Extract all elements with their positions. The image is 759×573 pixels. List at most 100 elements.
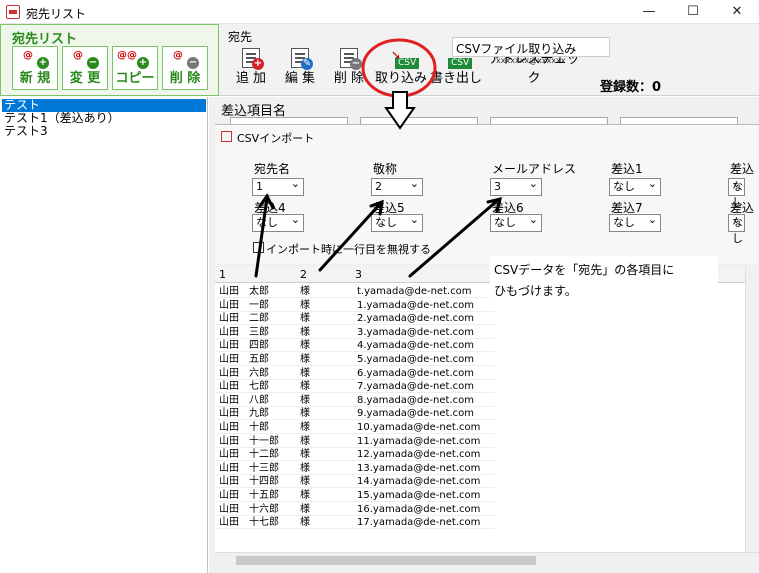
table-cell: 様 bbox=[300, 435, 310, 447]
table-cell: 様 bbox=[300, 490, 310, 501]
table-cell: 4.yamada@de-net.com bbox=[357, 340, 474, 352]
table-cell: 山田 五郎 bbox=[219, 354, 269, 365]
table-cell: 様 bbox=[300, 286, 310, 297]
table-row[interactable]: 山田 一郎 様 1.yamada@de-net.com bbox=[215, 299, 495, 312]
recipient-group-title: 宛先 bbox=[228, 30, 253, 44]
minimize-button[interactable]: — bbox=[627, 0, 671, 24]
skip-first-row-label: インポート時に一行目を無視する bbox=[266, 243, 431, 256]
mapping-select[interactable]: 3 bbox=[490, 176, 542, 196]
skip-first-row-checkbox[interactable] bbox=[253, 242, 264, 253]
mapping-select[interactable]: なし bbox=[490, 212, 542, 232]
csv-import-label: 取り込み bbox=[375, 71, 428, 86]
edit-recipient-label: 編 集 bbox=[284, 71, 316, 86]
dialog-title: CSVインポート bbox=[237, 132, 315, 145]
table-cell: 山田 六郎 bbox=[219, 367, 269, 379]
table-cell: 9.yamada@de-net.com bbox=[357, 408, 474, 420]
table-row[interactable]: 山田 十一郎 様 11.yamada@de-net.com bbox=[215, 435, 495, 448]
table-cell: 様 bbox=[300, 340, 310, 352]
table-row[interactable]: 山田 二郎 様 2.yamada@de-net.com bbox=[215, 312, 495, 326]
mapping-select[interactable]: なし bbox=[252, 212, 304, 232]
table-cell: 8.yamada@de-net.com bbox=[357, 394, 474, 406]
registered-count: 登録数：0 bbox=[600, 80, 662, 95]
table-row[interactable]: 山田 十五郎 様 15.yamada@de-net.com bbox=[215, 489, 495, 502]
table-row[interactable]: 山田 五郎 様 5.yamada@de-net.com bbox=[215, 353, 495, 366]
table-row[interactable]: 山田 六郎 様 6.yamada@de-net.com bbox=[215, 367, 495, 380]
mapping-select[interactable]: なし bbox=[609, 212, 661, 232]
edit-recipient-button[interactable]: ✎ 編 集 bbox=[277, 46, 323, 90]
copy-list-button[interactable]: @@ + コピー bbox=[112, 46, 158, 90]
grid-column-header: 3 bbox=[355, 268, 362, 281]
table-row[interactable]: 山田 太郎 様 t.yamada@de-net.com bbox=[215, 285, 495, 298]
table-row[interactable]: 山田 七郎 様 7.yamada@de-net.com bbox=[215, 380, 495, 394]
delete-list-button[interactable]: @ − 削 除 bbox=[162, 46, 208, 90]
table-cell: 山田 一郎 bbox=[219, 299, 269, 311]
mapping-label: 敬称 bbox=[373, 162, 398, 176]
table-cell: 山田 十四郎 bbox=[219, 476, 279, 488]
table-row[interactable]: 山田 八郎 様 8.yamada@de-net.com bbox=[215, 394, 495, 407]
note-line: CSVデータを「宛先」の各項目に bbox=[494, 263, 675, 277]
table-cell: 6.yamada@de-net.com bbox=[357, 367, 474, 379]
table-cell: 17.yamada@de-net.com bbox=[357, 517, 481, 529]
mapping-label: 差込1 bbox=[611, 162, 643, 176]
table-row[interactable]: 山田 十三郎 様 13.yamada@de-net.com bbox=[215, 462, 495, 475]
mapping-select[interactable]: 2 bbox=[371, 176, 423, 196]
csv-export-label: 書き出し bbox=[430, 71, 483, 86]
table-row[interactable]: 山田 十六郎 様 16.yamada@de-net.com bbox=[215, 503, 495, 516]
table-cell: 様 bbox=[300, 326, 310, 338]
vertical-scrollbar[interactable] bbox=[745, 266, 759, 552]
at-icon: @ bbox=[73, 50, 83, 61]
table-cell: 15.yamada@de-net.com bbox=[357, 490, 481, 501]
table-row[interactable]: 山田 十四郎 様 14.yamada@de-net.com bbox=[215, 475, 495, 489]
table-cell: 様 bbox=[300, 313, 310, 325]
table-cell: 5.yamada@de-net.com bbox=[357, 354, 474, 365]
new-list-button[interactable]: @ + 新 規 bbox=[12, 46, 58, 90]
at-icon: @ bbox=[173, 50, 183, 61]
dialog-icon bbox=[221, 131, 232, 142]
table-row[interactable]: 山田 十郎 様 10.yamada@de-net.com bbox=[215, 421, 495, 434]
table-cell: 山田 九郎 bbox=[219, 408, 269, 420]
change-list-button[interactable]: @ − 変 更 bbox=[62, 46, 108, 90]
mapping-select[interactable]: なし bbox=[609, 176, 661, 196]
table-cell: 13.yamada@de-net.com bbox=[357, 462, 481, 474]
note-line: ひもづけます。 bbox=[494, 284, 577, 298]
add-recipient-label: 追 加 bbox=[235, 71, 267, 86]
change-list-label: 変 更 bbox=[69, 71, 101, 86]
grid-column-header: 1 bbox=[219, 268, 226, 281]
table-cell: 7.yamada@de-net.com bbox=[357, 381, 474, 393]
table-cell: 山田 七郎 bbox=[219, 381, 269, 393]
close-button[interactable]: ✕ bbox=[715, 0, 759, 24]
delete-recipient-label: 削 除 bbox=[333, 71, 365, 86]
table-row[interactable]: 山田 四郎 様 4.yamada@de-net.com bbox=[215, 339, 495, 353]
window-title: 宛先リスト bbox=[26, 7, 87, 21]
mapping-label: 宛先名 bbox=[254, 162, 291, 176]
table-cell: 山田 十七郎 bbox=[219, 517, 279, 529]
maximize-button[interactable]: ☐ bbox=[671, 0, 715, 24]
mapping-select[interactable]: なし bbox=[728, 212, 745, 245]
table-cell: 様 bbox=[300, 381, 310, 393]
delete-recipient-button[interactable]: − 削 除 bbox=[326, 46, 372, 90]
table-row[interactable]: 山田 九郎 様 9.yamada@de-net.com bbox=[215, 407, 495, 421]
table-cell: 様 bbox=[300, 476, 310, 488]
table-row[interactable]: 山田 十七郎 様 17.yamada@de-net.com bbox=[215, 516, 495, 530]
table-row[interactable]: 山田 三郎 様 3.yamada@de-net.com bbox=[215, 326, 495, 339]
mapping-select[interactable]: なし bbox=[728, 176, 745, 209]
mapping-select[interactable]: なし bbox=[371, 212, 423, 232]
table-row[interactable]: 山田 十二郎 様 12.yamada@de-net.com bbox=[215, 448, 495, 462]
table-cell: 様 bbox=[300, 354, 310, 365]
table-cell: 様 bbox=[300, 394, 310, 406]
table-cell: 山田 三郎 bbox=[219, 326, 269, 338]
table-cell: 12.yamada@de-net.com bbox=[357, 449, 481, 461]
table-cell: 山田 二郎 bbox=[219, 313, 269, 325]
table-cell: 山田 太郎 bbox=[219, 286, 269, 297]
horizontal-scroll-thumb[interactable] bbox=[236, 556, 536, 565]
grid-column-header: 2 bbox=[300, 268, 307, 281]
table-cell: 山田 四郎 bbox=[219, 340, 269, 352]
new-list-label: 新 規 bbox=[19, 71, 51, 86]
address-list-panel bbox=[0, 97, 208, 573]
table-cell: 様 bbox=[300, 517, 310, 529]
mapping-select[interactable]: 1 bbox=[252, 176, 304, 196]
add-recipient-button[interactable]: + 追 加 bbox=[228, 46, 274, 90]
csv-import-button[interactable]: ➘ CSV 取り込み bbox=[375, 46, 427, 90]
csv-import-tooltip: CSVファイル取り込み bbox=[452, 37, 610, 57]
list-item[interactable]: テスト3 bbox=[2, 125, 206, 138]
